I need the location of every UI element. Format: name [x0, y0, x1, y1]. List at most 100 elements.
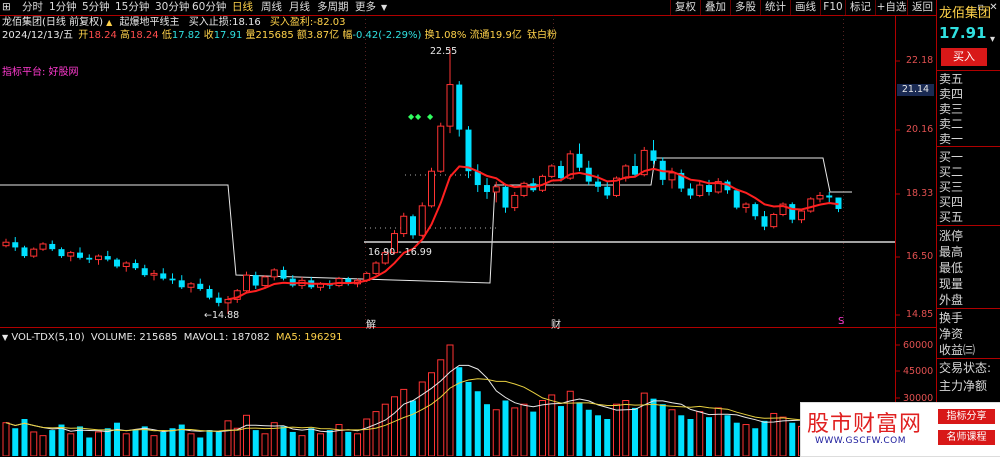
- tab-15min[interactable]: 15分钟: [115, 0, 149, 15]
- open-value: 18.24: [88, 30, 117, 41]
- candle-body: [520, 182, 528, 196]
- candle-body: [12, 242, 19, 248]
- candle-body: [410, 216, 416, 236]
- mark-button[interactable]: 标记: [845, 0, 875, 15]
- indicator-name[interactable]: 起爆地平线主: [120, 17, 180, 28]
- volume-bar: [687, 419, 694, 456]
- candle-body: [252, 275, 259, 286]
- volume-bar: [539, 400, 546, 456]
- volume-bar: [770, 412, 778, 456]
- candle-body: [548, 165, 556, 177]
- candle-body: [706, 185, 712, 192]
- volume-bar: [21, 419, 28, 456]
- bid5-label: 买五: [939, 210, 964, 224]
- tab-fenshi[interactable]: 分时: [22, 0, 43, 15]
- candle-body: [86, 257, 93, 260]
- volume-bar: [474, 391, 481, 456]
- volume-bar: [530, 411, 537, 456]
- volume-bar: [2, 422, 10, 456]
- profit-value: -82.03: [313, 17, 346, 28]
- stats-button[interactable]: 统计: [760, 0, 790, 15]
- candle-body: [280, 269, 287, 279]
- grid-icon[interactable]: ⊞: [2, 0, 11, 15]
- back-button[interactable]: 返回: [907, 0, 937, 15]
- event-cai[interactable]: 财: [551, 316, 561, 331]
- tab-1min[interactable]: 1分钟: [49, 0, 77, 15]
- open-label: 开: [78, 30, 89, 41]
- kline-chart[interactable]: ◆ ◆ ◆: [0, 0, 1000, 456]
- volume-bar: [604, 419, 611, 456]
- tab-more[interactable]: 更多: [355, 0, 376, 15]
- candle-body: [400, 215, 408, 235]
- amount-value: 3.87亿: [306, 30, 340, 41]
- tab-monthly[interactable]: 月线: [289, 0, 310, 15]
- candle-body: [742, 203, 750, 209]
- float-label: 流通: [469, 30, 490, 41]
- fuquan-button[interactable]: 复权: [670, 0, 700, 15]
- tab-multi-period[interactable]: 多周期: [317, 0, 349, 15]
- volume-bar: [410, 400, 416, 456]
- candle-body: [558, 165, 564, 179]
- main-line: [227, 165, 839, 301]
- volume-bar: [67, 433, 75, 456]
- tab-60min[interactable]: 60分钟: [192, 0, 226, 15]
- volume-bar: [484, 404, 490, 456]
- candle-body: [511, 194, 519, 209]
- tab-daily[interactable]: 日线: [232, 0, 253, 15]
- quote-line: 2024/12/13/五 开18.24 高18.24 低17.82 收17.91…: [2, 29, 557, 42]
- volume-indicator-name[interactable]: VOL-TDX(5,10): [11, 332, 84, 343]
- volume-bar: [150, 435, 158, 456]
- candle-body: [150, 272, 158, 276]
- volume-bar: [724, 415, 731, 456]
- tab-30min[interactable]: 30分钟: [155, 0, 189, 15]
- volume-bar: [215, 431, 222, 456]
- volume-bar: [289, 431, 296, 456]
- price-marker: 21.14: [897, 84, 934, 96]
- volume-bar: [714, 407, 722, 456]
- volume-bar: [261, 433, 269, 456]
- watermark-url: WWW.GSCFW.COM: [815, 436, 907, 446]
- volume-bar: [446, 344, 454, 456]
- volume-bar: [252, 430, 259, 456]
- candle-body: [576, 153, 583, 168]
- tab-5min[interactable]: 5分钟: [82, 0, 110, 15]
- volume-bar: [224, 420, 232, 456]
- candle-body: [197, 283, 204, 290]
- candle-body: [114, 259, 120, 267]
- f10-button[interactable]: F10: [820, 0, 845, 15]
- sector-tag[interactable]: 钛白粉: [527, 30, 557, 41]
- candle-body: [160, 273, 167, 279]
- candle-body: [437, 125, 445, 172]
- candle-body: [807, 198, 815, 212]
- volume-bar: [122, 433, 130, 456]
- watermark-site: 股市财富网: [807, 412, 923, 437]
- volume-bar: [678, 415, 685, 456]
- stop-label: 买入止损:: [188, 17, 233, 28]
- close-value: 17.91: [213, 30, 243, 41]
- overlay-button[interactable]: 叠加: [700, 0, 730, 15]
- candle-body: [67, 252, 75, 257]
- volume-bar: [585, 409, 592, 456]
- caret-down-icon[interactable]: ▼: [381, 0, 387, 15]
- net-asset-label: 净资: [939, 327, 964, 341]
- event-jie[interactable]: 解: [366, 316, 376, 331]
- volume-bar: [206, 430, 213, 456]
- eps-label: 收益㈢: [939, 343, 976, 357]
- draw-line-button[interactable]: 画线: [790, 0, 820, 15]
- buy-button[interactable]: 买入: [941, 48, 987, 66]
- candle-body: [206, 289, 213, 298]
- multi-stock-button[interactable]: 多股: [730, 0, 760, 15]
- caret-up-icon[interactable]: ▲: [106, 18, 112, 27]
- bid4-label: 买四: [939, 195, 964, 209]
- candle-body: [169, 278, 176, 281]
- volume-bar: [492, 409, 500, 456]
- ask1-label: 卖一: [939, 132, 964, 146]
- signal-marker: ◆: [408, 112, 415, 121]
- event-s[interactable]: S: [838, 316, 844, 327]
- candle-body: [39, 243, 47, 250]
- menu-icon[interactable]: ▾: [990, 34, 995, 45]
- add-favorite-button[interactable]: +自选: [875, 0, 907, 15]
- caret-down-icon[interactable]: ▼: [2, 333, 8, 342]
- price-tick: 16.50: [906, 251, 934, 262]
- tab-weekly[interactable]: 周线: [261, 0, 282, 15]
